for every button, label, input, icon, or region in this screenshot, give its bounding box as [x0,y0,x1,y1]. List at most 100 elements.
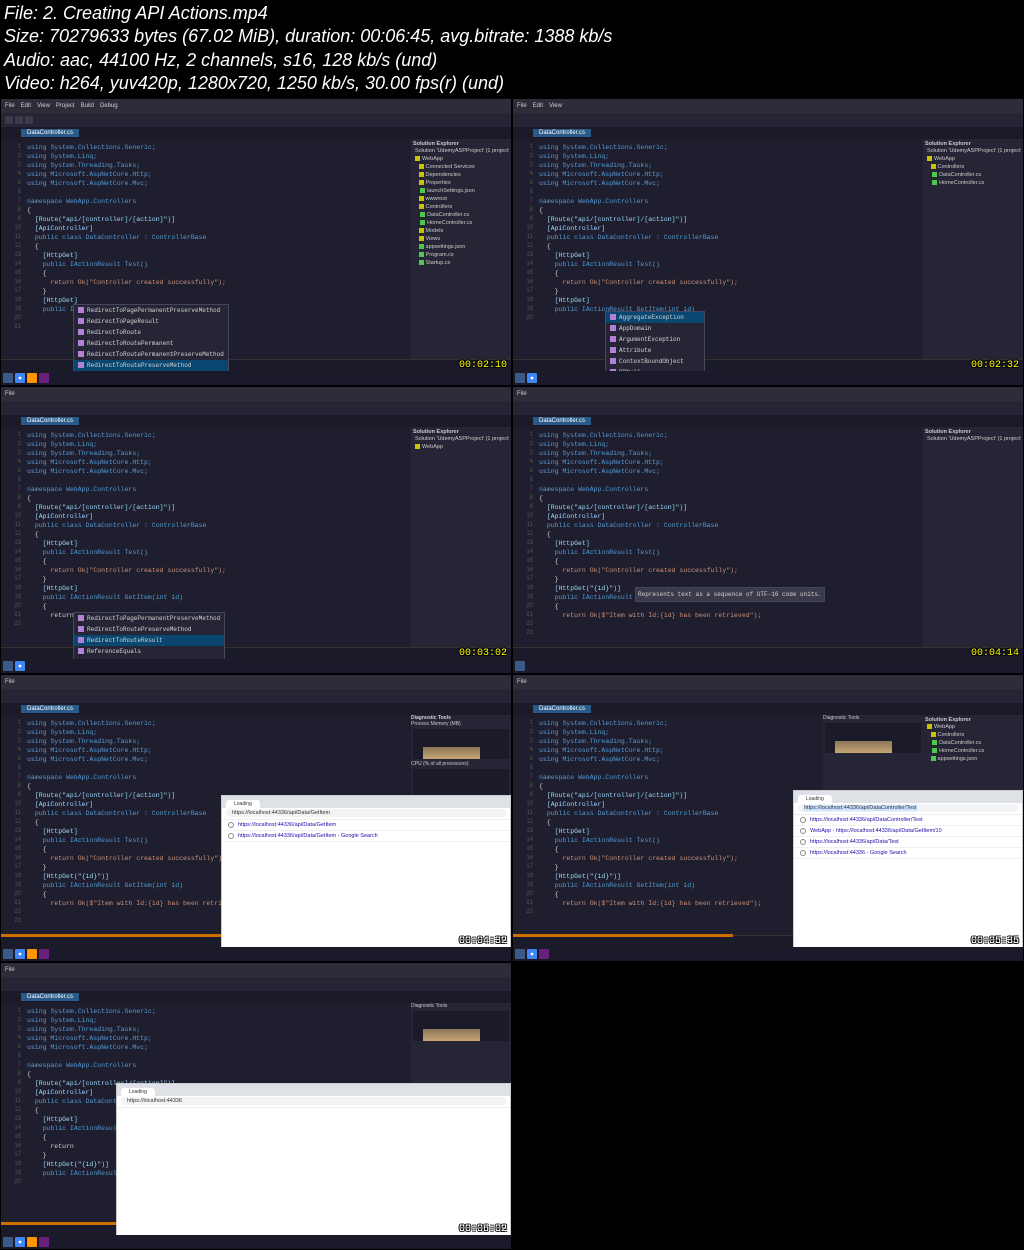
solution-explorer[interactable]: Solution Explorer Solution 'UdemyASPProj… [923,427,1023,647]
start-button-icon[interactable] [3,373,13,383]
intellisense-item: RedirectToRoute [74,327,228,338]
solution-explorer[interactable]: Solution Explorer Solution 'UdemyASPProj… [411,139,511,359]
thumbnail-3: File DataController.cs 12345678910111213… [0,386,512,674]
browser-window[interactable]: Loading https://localhost:44336/api/Data… [221,795,511,950]
tree-item: HomeController.cs [413,219,509,227]
file-name-line: File: 2. Creating API Actions.mp4 [4,2,1020,25]
solution-explorer[interactable]: Solution Explorer Solution 'UdemyASPProj… [411,427,511,647]
tree-item: Views [413,235,509,243]
tree-item: launchSettings.json [413,187,509,195]
intellisense-item: RedirectToRouteResult [74,635,224,646]
thumbnail-5: File DataController.cs 12345678910111213… [0,674,512,962]
solution-explorer[interactable]: Solution Explorer Solution 'UdemyASPProj… [923,139,1023,359]
thumbnail-7: File DataController.cs 12345678910111213… [0,962,512,1250]
toolbar-icon[interactable] [25,116,33,124]
thumbnail-6: File DataController.cs 12345678910111213… [512,674,1024,962]
audio-line: Audio: aac, 44100 Hz, 2 channels, s16, 1… [4,49,1020,72]
file-metadata: File: 2. Creating API Actions.mp4 Size: … [0,0,1024,98]
tree-item: Solution 'UdemyASPProject' (1 project) [413,147,509,155]
timestamp: 00:02:32 [971,360,1019,371]
chrome-icon[interactable] [15,373,25,383]
intellisense-item: AggregateException [606,312,704,323]
code-editor[interactable]: using System.Collections.Generic; using … [535,427,923,647]
menu-edit[interactable]: Edit [21,103,31,109]
empty-slot [512,962,1024,1250]
intellisense-item: Attribute [606,345,704,356]
code-editor[interactable]: using System.Collections.Generic; using … [535,715,823,935]
tree-item: Startup.cs [413,259,509,267]
url-suggestion[interactable]: https://localhost:44336 - Google Search [794,848,1022,859]
globe-icon [228,822,234,828]
tab-datacontroller[interactable]: DataController.cs [21,129,79,137]
code-editor[interactable]: using System.Collections.Generic; using … [23,139,411,359]
menu-build[interactable]: Build [81,103,94,109]
chrome-icon[interactable] [527,373,537,383]
intellisense-item: ReferenceEquals [74,646,224,657]
url-suggestion[interactable]: https://localhost:44336/api/DataControll… [794,815,1022,826]
tooltip: Represents text as a sequence of UTF-16 … [635,587,825,602]
tree-item: DataController.cs [413,211,509,219]
address-bar[interactable]: https://localhost:44336 [121,1097,506,1105]
line-numbers: 123456789101112131415161718192021 [1,139,23,359]
tree-item: Dependencies [413,171,509,179]
browser-tab[interactable]: Loading [121,1088,155,1096]
tree-item: appsettings.json [413,243,509,251]
timestamp: 00:05:35 [971,936,1019,947]
thumbnail-4: File DataController.cs 12345678910111213… [512,386,1024,674]
tree-item: Program.cs [413,251,509,259]
url-suggestion[interactable]: https://localhost:44336/api/Data/Test [794,837,1022,848]
browser-tab[interactable]: Loading [798,795,832,803]
vs-titlebar: FileEditView [513,99,1023,113]
vs-titlebar: File Edit View Project Build Debug [1,99,511,113]
tree-item: Properties [413,179,509,187]
address-bar[interactable]: https://localhost:44336/api/Data/GetItem [226,809,506,817]
vs-toolbar [1,113,511,127]
intellisense-item: RedirectToPagePermanentPreserveMethod [74,613,224,624]
timestamp: 00:04:32 [459,936,507,947]
search-icon [228,833,234,839]
address-bar[interactable]: https://localhost:44336/api/DataControll… [798,804,1018,812]
intellisense-item: RedirectToPageResult [74,316,228,327]
start-button-icon[interactable] [515,373,525,383]
code-editor[interactable]: using System.Collections.Generic; using … [535,139,923,359]
browser-window[interactable]: Loading https://localhost:44336/api/Data… [793,790,1023,950]
menu-file[interactable]: File [5,103,15,109]
firefox-icon[interactable] [27,373,37,383]
browser-window[interactable]: Loading https://localhost:44336 [116,1083,511,1238]
tree-item: WebApp [413,155,509,163]
code-editor[interactable]: using System.Collections.Generic; using … [23,427,411,647]
video-line: Video: h264, yuv420p, 1280x720, 1250 kb/… [4,72,1020,95]
timestamp: 00:04:14 [971,648,1019,659]
intellisense-popup[interactable]: AggregateException AppDomain ArgumentExc… [605,311,705,379]
timestamp: 00:03:02 [459,648,507,659]
editor-tabs: DataController.cs [1,127,511,139]
toolbar-icon[interactable] [5,116,13,124]
intellisense-item: ArgumentException [606,334,704,345]
intellisense-item: AppDomain [606,323,704,334]
line-numbers: 1234567891011121314151617181920 [513,139,535,359]
windows-taskbar[interactable] [513,371,1023,385]
url-suggestion[interactable]: WebApp - https://localhost:44336/api/Dat… [794,826,1022,837]
menu-project[interactable]: Project [56,103,75,109]
tree-item: Models [413,227,509,235]
url-suggestion[interactable]: https://localhost:44336/api/Data/GetItem… [222,831,510,842]
windows-taskbar[interactable] [1,371,511,385]
tab-datacontroller[interactable]: DataController.cs [533,129,591,137]
menu-debug[interactable]: Debug [100,103,118,109]
menu-view[interactable]: View [37,103,50,109]
url-suggestion[interactable]: https://localhost:44336/api/Data/GetItem [222,820,510,831]
file-size-line: Size: 70279633 bytes (67.02 MiB), durati… [4,25,1020,48]
vs-toolbar [513,113,1023,127]
tree-item: Connected Services [413,163,509,171]
intellisense-item: ContextBoundObject [606,356,704,367]
timestamp: 00:02:10 [459,360,507,371]
toolbar-icon[interactable] [15,116,23,124]
timestamp: 00:06:02 [459,1224,507,1235]
debug-bar [1,934,221,937]
thumbnail-1: File Edit View Project Build Debug DataC… [0,98,512,386]
visualstudio-icon[interactable] [39,373,49,383]
intellisense-item: RedirectToRoutePermanentPreserveMethod [74,349,228,360]
intellisense-item: RedirectToPagePermanentPreserveMethod [74,305,228,316]
thumbnail-2: FileEditView DataController.cs 123456789… [512,98,1024,386]
browser-tab[interactable]: Loading [226,800,260,808]
